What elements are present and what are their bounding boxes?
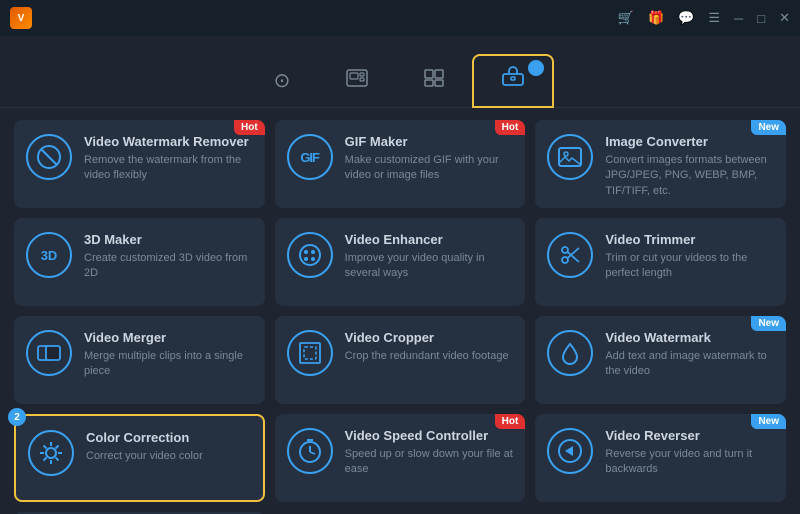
tool-desc-image-converter: Convert images formats between JPG/JPEG,… (605, 153, 774, 199)
minimize-icon[interactable]: ─ (734, 11, 743, 26)
tool-name-gif-maker: GIF Maker (345, 134, 514, 149)
chat-icon[interactable]: 💬 (678, 10, 694, 26)
toolbox-icon (502, 66, 524, 90)
tools-grid: HotVideo Watermark RemoverRemove the wat… (0, 108, 800, 514)
tool-info-video-reverser: Video Reverser Reverse your video and tur… (605, 428, 774, 478)
tool-icon-video-cropper (287, 330, 333, 376)
tool-info-gif-maker: GIF Maker Make customized GIF with your v… (345, 134, 514, 184)
tool-icon-video-merger (26, 330, 72, 376)
tool-name-video-watermark-remover: Video Watermark Remover (84, 134, 253, 149)
tool-card-video-enhancer[interactable]: Video Enhancer Improve your video quality… (275, 218, 526, 306)
toolbox-badge (528, 60, 544, 76)
converter-icon: ⊙ (274, 71, 291, 91)
tool-desc-color-correction: Correct your video color (86, 449, 251, 464)
tool-card-video-watermark[interactable]: NewVideo Watermark Add text and image wat… (535, 316, 786, 404)
title-bar-left: V (10, 7, 40, 29)
tool-name-video-reverser: Video Reverser (605, 428, 774, 443)
tool-info-video-enhancer: Video Enhancer Improve your video quality… (345, 232, 514, 282)
tool-icon-video-watermark (547, 330, 593, 376)
tool-icon-3d-maker: 3D (26, 232, 72, 278)
tool-info-video-cropper: Video Cropper Crop the redundant video fo… (345, 330, 514, 364)
tool-icon-video-speed-controller (287, 428, 333, 474)
tool-card-video-reverser[interactable]: NewVideo Reverser Reverse your video and … (535, 414, 786, 502)
badge-video-watermark-remover: Hot (234, 120, 265, 135)
tab-converter[interactable]: ⊙ (246, 61, 319, 107)
tab-toolbox[interactable] (472, 54, 554, 108)
badge-video-watermark: New (751, 316, 786, 331)
title-bar-controls: 🛒 🎁 💬 ☰ ─ □ ✕ (618, 10, 790, 26)
tool-card-gif-maker[interactable]: Hot GIF GIF Maker Make customized GIF with … (275, 120, 526, 208)
nav-bar: ⊙ (0, 36, 800, 108)
collage-icon (424, 69, 444, 91)
badge-video-speed-controller: Hot (495, 414, 526, 429)
tool-icon-video-enhancer (287, 232, 333, 278)
tool-info-3d-maker: 3D Maker Create customized 3D video from … (84, 232, 253, 282)
tool-card-image-converter[interactable]: NewImage Converter Convert images formats… (535, 120, 786, 208)
title-bar: V 🛒 🎁 💬 ☰ ─ □ ✕ (0, 0, 800, 36)
tool-desc-video-merger: Merge multiple clips into a single piece (84, 349, 253, 380)
tool-name-video-cropper: Video Cropper (345, 330, 514, 345)
tool-icon-video-trimmer (547, 232, 593, 278)
tool-info-video-watermark: Video Watermark Add text and image waterm… (605, 330, 774, 380)
tool-info-image-converter: Image Converter Convert images formats be… (605, 134, 774, 199)
tool-desc-video-enhancer: Improve your video quality in several wa… (345, 251, 514, 282)
tool-name-video-merger: Video Merger (84, 330, 253, 345)
tool-info-color-correction: Color Correction Correct your video color (86, 430, 251, 464)
highlight-badge-color-correction: 2 (8, 408, 26, 426)
tool-card-video-watermark-remover[interactable]: HotVideo Watermark Remover Remove the wat… (14, 120, 265, 208)
tool-icon-gif-maker: GIF (287, 134, 333, 180)
tool-name-color-correction: Color Correction (86, 430, 251, 445)
mv-icon (346, 69, 368, 91)
close-icon[interactable]: ✕ (779, 10, 790, 26)
tool-name-3d-maker: 3D Maker (84, 232, 253, 247)
tool-icon-color-correction (28, 430, 74, 476)
tool-icon-video-reverser (547, 428, 593, 474)
badge-gif-maker: Hot (495, 120, 526, 135)
tool-info-video-watermark-remover: Video Watermark Remover Remove the waterm… (84, 134, 253, 184)
tool-desc-video-cropper: Crop the redundant video footage (345, 349, 514, 364)
tool-desc-video-trimmer: Trim or cut your videos to the perfect l… (605, 251, 774, 282)
tool-card-3d-maker[interactable]: 3D 3D Maker Create customized 3D video fro… (14, 218, 265, 306)
tool-name-video-trimmer: Video Trimmer (605, 232, 774, 247)
tool-desc-video-watermark-remover: Remove the watermark from the video flex… (84, 153, 253, 184)
tool-name-video-speed-controller: Video Speed Controller (345, 428, 514, 443)
tool-desc-video-reverser: Reverse your video and turn it backwards (605, 447, 774, 478)
app-logo: V (10, 7, 32, 29)
tool-icon-video-watermark-remover (26, 134, 72, 180)
tool-info-video-trimmer: Video Trimmer Trim or cut your videos to … (605, 232, 774, 282)
tool-card-video-cropper[interactable]: Video Cropper Crop the redundant video fo… (275, 316, 526, 404)
badge-video-reverser: New (751, 414, 786, 429)
tool-card-video-speed-controller[interactable]: HotVideo Speed Controller Speed up or slo… (275, 414, 526, 502)
tool-info-video-speed-controller: Video Speed Controller Speed up or slow d… (345, 428, 514, 478)
tool-icon-image-converter (547, 134, 593, 180)
tab-collage[interactable] (396, 59, 472, 107)
tab-mv[interactable] (318, 59, 396, 107)
tool-card-video-trimmer[interactable]: Video Trimmer Trim or cut your videos to … (535, 218, 786, 306)
tool-name-video-enhancer: Video Enhancer (345, 232, 514, 247)
maximize-icon[interactable]: □ (757, 11, 765, 26)
tool-name-video-watermark: Video Watermark (605, 330, 774, 345)
tool-desc-3d-maker: Create customized 3D video from 2D (84, 251, 253, 282)
cart-icon[interactable]: 🛒 (618, 10, 634, 26)
gift-icon[interactable]: 🎁 (648, 10, 664, 26)
tool-card-video-merger[interactable]: Video Merger Merge multiple clips into a … (14, 316, 265, 404)
tool-desc-gif-maker: Make customized GIF with your video or i… (345, 153, 514, 184)
tool-desc-video-watermark: Add text and image watermark to the vide… (605, 349, 774, 380)
tool-name-image-converter: Image Converter (605, 134, 774, 149)
tool-info-video-merger: Video Merger Merge multiple clips into a … (84, 330, 253, 380)
tool-desc-video-speed-controller: Speed up or slow down your file at ease (345, 447, 514, 478)
badge-image-converter: New (751, 120, 786, 135)
tool-card-color-correction[interactable]: 2Color CorrectionCorrect your video colo… (14, 414, 265, 502)
menu-icon[interactable]: ☰ (708, 10, 720, 26)
